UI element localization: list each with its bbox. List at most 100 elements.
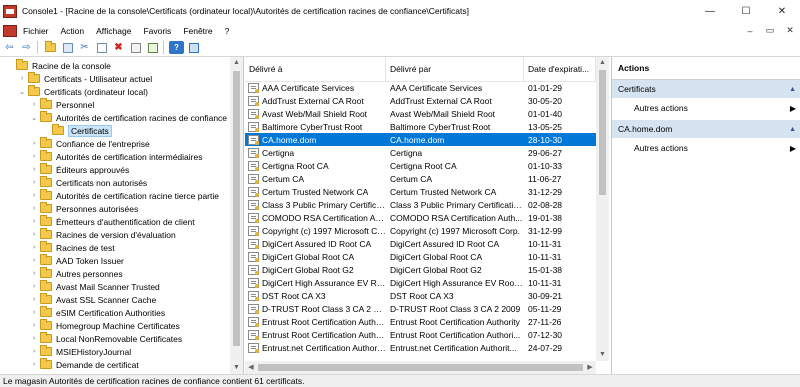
delete-icon[interactable]: ✖ <box>111 41 126 54</box>
chevron-right-icon[interactable]: › <box>30 179 38 186</box>
table-row[interactable]: DST Root CA X3 DST Root CA X3 30-09-21 <box>245 289 596 302</box>
up-folder-icon[interactable] <box>43 41 58 54</box>
tree-node[interactable]: › Autorités de certification intermédiair… <box>0 150 230 163</box>
mdi-close-button[interactable]: ✕ <box>780 25 800 36</box>
table-row[interactable]: Entrust Root Certification Authority Entr… <box>245 315 596 328</box>
chevron-right-icon[interactable]: › <box>18 75 26 82</box>
scroll-thumb[interactable] <box>233 71 240 346</box>
scroll-down-arrow-icon[interactable]: ▼ <box>230 362 243 374</box>
table-row[interactable]: AddTrust External CA Root AddTrust Extern… <box>245 94 596 107</box>
maximize-button[interactable]: ☐ <box>728 0 764 22</box>
table-row[interactable]: DigiCert Global Root G2 DigiCert Global R… <box>245 263 596 276</box>
scroll-up-arrow-icon[interactable]: ▲ <box>230 57 243 69</box>
tree-node[interactable]: › Racines de test <box>0 241 230 254</box>
tree-node[interactable]: › Racines de version d'évaluation <box>0 228 230 241</box>
table-row[interactable]: Certum Trusted Network CA Certum Trusted … <box>245 185 596 198</box>
scroll-left-arrow-icon[interactable]: ◀ <box>245 361 257 374</box>
chevron-right-icon[interactable]: › <box>30 166 38 173</box>
table-row[interactable]: Entrust Root Certification Authori... Ent… <box>245 328 596 341</box>
menu-item[interactable]: Favoris <box>137 26 177 36</box>
tree-vertical-scrollbar[interactable]: ▲ ▼ <box>230 57 243 374</box>
tree-node[interactable]: › Éditeurs approuvés <box>0 163 230 176</box>
table-row[interactable]: Baltimore CyberTrust Root Baltimore Cyber… <box>245 120 596 133</box>
cut-icon[interactable]: ✂ <box>77 41 92 54</box>
action-more-actions[interactable]: Autres actions ▶ <box>612 98 800 118</box>
chevron-right-icon[interactable]: › <box>30 270 38 277</box>
actions-section-selected-cert[interactable]: CA.home.dom ▲ <box>612 120 800 138</box>
table-row[interactable]: Class 3 Public Primary Certification... C… <box>245 198 596 211</box>
chevron-right-icon[interactable]: › <box>30 348 38 355</box>
chevron-right-icon[interactable]: › <box>30 192 38 199</box>
tree-node[interactable]: › Personnes autorisées <box>0 202 230 215</box>
tree-node[interactable]: › MSIEHistoryJournal <box>0 345 230 358</box>
table-row[interactable]: Certigna Root CA Certigna Root CA 01-10-33 <box>245 159 596 172</box>
scroll-right-arrow-icon[interactable]: ▶ <box>584 361 596 374</box>
table-row[interactable]: DigiCert Assured ID Root CA DigiCert Assu… <box>245 237 596 250</box>
table-row[interactable]: Copyright (c) 1997 Microsoft Corp. Copyri… <box>245 224 596 237</box>
column-header-issued-to[interactable]: Délivré à <box>245 57 386 81</box>
table-row[interactable]: Certigna Certigna 29-06-27 <box>245 146 596 159</box>
chevron-right-icon[interactable]: › <box>30 101 38 108</box>
chevron-right-icon[interactable]: › <box>30 335 38 342</box>
mmc-app-icon[interactable] <box>3 4 17 18</box>
chevron-right-icon[interactable]: › <box>30 361 38 368</box>
table-row[interactable]: Avast Web/Mail Shield Root Avast Web/Mail… <box>245 107 596 120</box>
tree-node[interactable]: › Autres personnes <box>0 267 230 280</box>
chevron-right-icon[interactable]: › <box>30 244 38 251</box>
table-row[interactable]: DigiCert Global Root CA DigiCert Global R… <box>245 250 596 263</box>
list-horizontal-scrollbar[interactable]: ◀ ▶ <box>245 361 596 374</box>
chevron-right-icon[interactable]: › <box>30 153 38 160</box>
tree-node[interactable]: Certificats <box>0 124 230 137</box>
help-icon[interactable]: ? <box>169 41 184 54</box>
menu-item[interactable]: Fenêtre <box>177 26 218 36</box>
scroll-thumb[interactable] <box>599 70 606 195</box>
collapse-icon[interactable]: ▲ <box>789 126 796 133</box>
tree-node[interactable]: › Émetteurs d'authentification de client <box>0 215 230 228</box>
chevron-right-icon[interactable]: › <box>30 140 38 147</box>
table-row[interactable]: COMODO RSA Certification Autho... COMODO … <box>245 211 596 224</box>
table-row[interactable]: D-TRUST Root Class 3 CA 2 2009 D-TRUST Ro… <box>245 302 596 315</box>
chevron-right-icon[interactable]: › <box>30 283 38 290</box>
tree-node[interactable]: › Personnel <box>0 98 230 111</box>
chevron-right-icon[interactable]: › <box>30 296 38 303</box>
show-hide-icon[interactable] <box>186 41 201 54</box>
table-row[interactable]: AAA Certificate Services AAA Certificate … <box>245 81 596 94</box>
column-header-expiration[interactable]: Date d'expirati... <box>524 57 596 81</box>
tree-node[interactable]: › Autorités de certification racine tierc… <box>0 189 230 202</box>
export-icon[interactable] <box>145 41 160 54</box>
tree-node[interactable]: › Local NonRemovable Certificates <box>0 332 230 345</box>
tree-node[interactable]: › AAD Token Issuer <box>0 254 230 267</box>
column-header-issued-by[interactable]: Délivré par <box>386 57 524 81</box>
properties-sheet-icon[interactable] <box>128 41 143 54</box>
copy-icon[interactable] <box>94 41 109 54</box>
actions-section-certificats[interactable]: Certificats ▲ <box>612 80 800 98</box>
properties-icon[interactable] <box>60 41 75 54</box>
table-row[interactable]: CA.home.dom CA.home.dom 28-10-30 <box>245 133 596 146</box>
tree-node[interactable]: › Avast SSL Scanner Cache <box>0 293 230 306</box>
table-row[interactable]: Entrust.net Certification Authorit... Ent… <box>245 341 596 354</box>
chevron-right-icon[interactable]: › <box>30 322 38 329</box>
scroll-thumb[interactable] <box>258 364 583 371</box>
tree-node[interactable]: ⌄ Autorités de certification racines de c… <box>0 111 230 124</box>
tree-node[interactable]: › Certificats non autorisés <box>0 176 230 189</box>
collapse-icon[interactable]: ▲ <box>789 86 796 93</box>
mdi-minimize-button[interactable]: – <box>740 26 760 36</box>
chevron-down-icon[interactable]: ⌄ <box>30 114 38 122</box>
tree-node[interactable]: › Confiance de l'entreprise <box>0 137 230 150</box>
table-row[interactable]: Certum CA Certum CA 11-06-27 <box>245 172 596 185</box>
table-row[interactable]: DigiCert High Assurance EV Root ... DigiC… <box>245 276 596 289</box>
close-button[interactable]: ✕ <box>764 0 800 22</box>
console-menu-icon[interactable] <box>3 24 17 37</box>
menu-item[interactable]: Fichier <box>17 26 55 36</box>
menu-item[interactable]: ? <box>219 26 236 36</box>
chevron-right-icon[interactable]: › <box>30 257 38 264</box>
scroll-up-arrow-icon[interactable]: ▲ <box>596 57 609 69</box>
menu-item[interactable]: Action <box>55 26 91 36</box>
tree-node[interactable]: › eSIM Certification Authorities <box>0 306 230 319</box>
mdi-restore-button[interactable]: ▭ <box>760 25 780 36</box>
tree-node[interactable]: › Certificats - Utilisateur actuel <box>0 72 230 85</box>
chevron-right-icon[interactable]: › <box>30 309 38 316</box>
tree-node[interactable]: ⌄ Certificats (ordinateur local) <box>0 85 230 98</box>
action-more-actions[interactable]: Autres actions ▶ <box>612 138 800 158</box>
tree-node[interactable]: › Avast Mail Scanner Trusted <box>0 280 230 293</box>
